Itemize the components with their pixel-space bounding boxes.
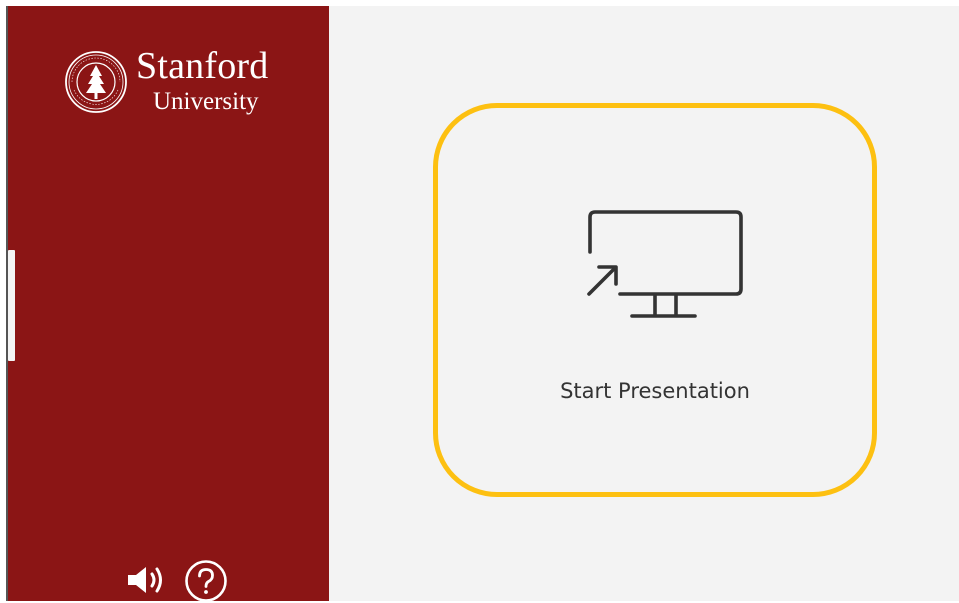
sidebar: Stanford University xyxy=(8,6,329,603)
logo-wordmark: Stanford xyxy=(136,45,269,87)
start-presentation-label: Start Presentation xyxy=(560,379,750,403)
speaker-volume-icon[interactable] xyxy=(126,563,168,597)
sidebar-resize-handle[interactable] xyxy=(8,250,15,361)
help-question-icon[interactable] xyxy=(184,559,228,603)
monitor-present-icon xyxy=(587,210,743,318)
sidebar-controls xyxy=(126,559,236,603)
app-window: Stanford University Start Presentation xyxy=(0,0,959,603)
main-panel: Start Presentation xyxy=(329,6,959,601)
stanford-logo: Stanford University xyxy=(64,45,284,120)
start-presentation-button[interactable]: Start Presentation xyxy=(433,103,877,497)
logo-subtitle: University xyxy=(153,88,259,115)
stanford-seal-icon xyxy=(65,51,127,113)
